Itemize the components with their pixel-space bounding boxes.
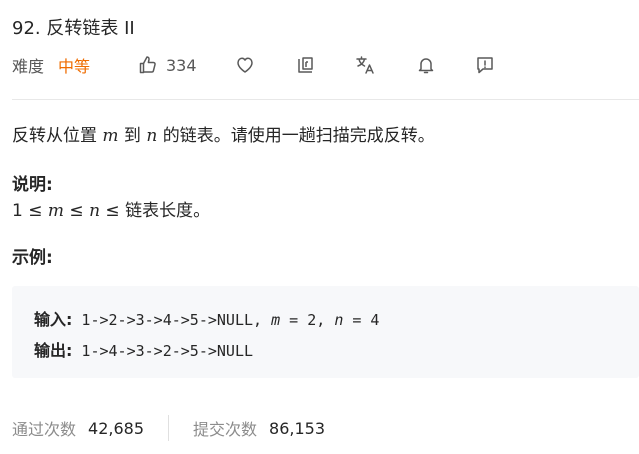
variable-n: n [146,126,158,146]
description-suffix: 的链表。请使用一趟扫描完成反转。 [157,126,435,146]
accepted-label: 通过次数 [12,420,77,439]
translate-button[interactable] [355,52,377,78]
input-label: 输入: [34,310,73,329]
problem-page: 92. 反转链表 II 难度 中等 334 反转从位置 m 到 n 的链表。请使… [0,0,639,454]
example-output-line: 输出: 1->4->3->2->5->NULL [34,337,253,361]
heart-icon [235,55,255,75]
example-heading: 示例: [12,248,53,268]
share-button[interactable] [296,52,316,78]
note-prefix: 1 ≤ [12,201,48,221]
problem-title: 92. 反转链表 II [12,18,135,39]
note-operator: ≤ [64,201,90,221]
input-m-equals: = 2, [280,311,335,329]
input-m: m [271,311,281,329]
example-code-block: 输入: 1->2->3->4->5->NULL, m = 2, n = 4 输出… [12,286,639,378]
input-n: n [334,311,344,329]
problem-description: 反转从位置 m 到 n 的链表。请使用一趟扫描完成反转。 [12,121,435,146]
like-button[interactable]: 334 [138,52,197,78]
description-prefix: 反转从位置 [12,126,103,146]
difficulty-label: 难度 [12,57,45,76]
feedback-icon [475,55,495,75]
note-variable-m: m [47,201,64,221]
difficulty-value: 中等 [58,57,91,76]
favorite-button[interactable] [235,52,255,78]
submitted-value: 86,153 [269,418,325,438]
note-variable-n: n [89,201,101,221]
note-heading: 说明: [12,175,53,195]
difficulty-row: 难度 中等 [12,52,90,78]
note-constraint: 1 ≤ m ≤ n ≤ 链表长度。 [12,196,210,221]
header-divider [12,99,639,100]
bell-icon [416,55,436,75]
feedback-button[interactable] [475,52,495,78]
input-n-equals: = 4 [343,311,380,329]
output-value: 1->4->3->2->5->NULL [72,342,254,360]
accepted-value: 42,685 [88,418,144,438]
output-label: 输出: [34,341,73,360]
share-icon [296,55,316,75]
like-count: 334 [166,55,197,75]
submitted-label: 提交次数 [193,420,258,439]
description-middle: 到 [118,126,147,146]
note-suffix: ≤ 链表长度。 [100,201,211,221]
translate-icon [355,55,377,75]
submission-stats: 通过次数 42,685 提交次数 86,153 [12,414,325,442]
variable-m: m [102,126,119,146]
thumbs-up-icon [138,55,158,75]
example-input-line: 输入: 1->2->3->4->5->NULL, m = 2, n = 4 [34,306,379,330]
input-value: 1->2->3->4->5->NULL, [72,311,272,329]
subscribe-button[interactable] [416,52,436,78]
stats-divider [168,415,169,441]
